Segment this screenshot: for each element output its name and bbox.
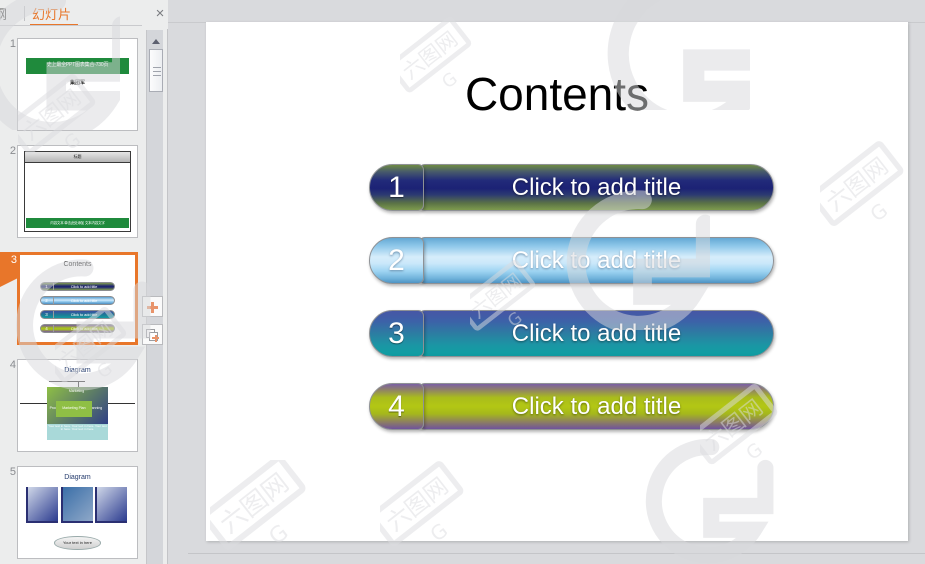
content-item-3[interactable]: Click to add title 3 bbox=[369, 310, 774, 357]
thumb3-bar-number: 4 bbox=[41, 324, 54, 332]
thumb4-top-label: Marketing bbox=[68, 389, 85, 394]
thumb3-bar-label: Click to add title bbox=[70, 311, 98, 317]
thumb4-caption: Your text in here. Your text in here. Yo… bbox=[46, 423, 109, 441]
thumbnail-canvas: Diagram Marketing Products Planning Mark… bbox=[17, 359, 138, 452]
thumbnail-number: 1 bbox=[9, 38, 16, 50]
thumb3-title: Contents bbox=[63, 261, 92, 269]
thumb1-banner: 史上最全PPT图表集合-730页 bbox=[26, 58, 129, 74]
thumb3-bar-number: 3 bbox=[41, 310, 54, 318]
thumb5-card-left bbox=[26, 487, 59, 524]
content-item-4-number[interactable]: 4 bbox=[369, 383, 424, 430]
thumbnail-slide-2[interactable]: 2 标题 内容文本 单击此处添加 文本内容文字 bbox=[0, 145, 145, 252]
content-item-2[interactable]: Click to add title 2 bbox=[369, 237, 774, 284]
thumb3-bar-label: Click to add title bbox=[70, 325, 98, 331]
thumbnail-number: 2 bbox=[9, 145, 16, 157]
tab-separator bbox=[24, 6, 25, 21]
thumb3-bar-number: 2 bbox=[41, 296, 54, 304]
thumbnail-list[interactable]: 1 史上最全PPT图表集合-730页 集团军 2 标题 内容文本 单击此处添加 … bbox=[0, 30, 145, 564]
page-title[interactable]: Contents bbox=[206, 67, 908, 121]
thumb1-subtitle: 集团军 bbox=[69, 80, 85, 87]
thumbnail-slide-5[interactable]: 5 Diagram Your text in here bbox=[0, 466, 145, 564]
thumb4-connector bbox=[48, 380, 85, 382]
thumbnail-slide-1[interactable]: 1 史上最全PPT图表集合-730页 集团军 bbox=[0, 38, 145, 145]
content-item-4-label[interactable]: Click to add title bbox=[419, 383, 774, 430]
thumbnail-slide-4[interactable]: 4 Diagram Marketing Products Planning Ma… bbox=[0, 359, 145, 466]
thumbnail-slide-3[interactable]: 3 Contents 1 Click to add title 2 Click … bbox=[0, 252, 145, 359]
thumb3-bar-4: 4 Click to add title bbox=[39, 323, 116, 333]
thumb5-oval-label: Your text in here bbox=[53, 536, 102, 550]
thumb4-title: Diagram bbox=[64, 367, 91, 375]
work-area-bottom-divider bbox=[188, 553, 925, 554]
thumb4-center-label: Marketing Plan bbox=[56, 400, 92, 418]
slide-work-area: Contents Click to add title 1 Click to a… bbox=[168, 0, 925, 564]
scrollbar-grip-line bbox=[153, 67, 161, 68]
thumb5-card-center bbox=[60, 487, 93, 524]
duplicate-slide-button[interactable] bbox=[142, 324, 163, 345]
content-item-3-label[interactable]: Click to add title bbox=[419, 310, 774, 357]
thumb4-connector bbox=[20, 402, 49, 404]
plus-icon bbox=[154, 334, 157, 342]
thumb3-bar-1: 1 Click to add title bbox=[39, 281, 116, 291]
scrollbar-grip-line bbox=[153, 75, 161, 76]
thumb3-bar-3: 3 Click to add title bbox=[39, 309, 116, 319]
content-item-1[interactable]: Click to add title 1 bbox=[369, 164, 774, 211]
slide-canvas[interactable]: Contents Click to add title 1 Click to a… bbox=[206, 22, 908, 541]
thumbnail-canvas: Diagram Your text in here bbox=[17, 466, 138, 559]
content-item-4[interactable]: Click to add title 4 bbox=[369, 383, 774, 430]
thumbnail-canvas: Contents 1 Click to add title 2 Click to… bbox=[17, 252, 138, 345]
thumb3-bar-label: Click to add title bbox=[70, 297, 98, 303]
powerpoint-window: 纲 幻灯片 × 1 史上最全PPT图表集合-730页 集团军 2 标题 内容文本… bbox=[0, 0, 925, 564]
scroll-up-arrow-icon[interactable] bbox=[147, 34, 164, 48]
thumbnail-number: 3 bbox=[10, 254, 17, 266]
panel-tabbar: 纲 幻灯片 × bbox=[0, 0, 168, 29]
content-item-3-number[interactable]: 3 bbox=[369, 310, 424, 357]
thumb3-bar-2: 2 Click to add title bbox=[39, 295, 116, 305]
thumbnail-number: 4 bbox=[9, 359, 16, 371]
thumb2-frame: 标题 内容文本 单击此处添加 文本内容文字 bbox=[23, 151, 132, 232]
tabbar-divider bbox=[0, 25, 142, 26]
content-item-2-label[interactable]: Click to add title bbox=[419, 237, 774, 284]
thumb4-connector bbox=[106, 402, 135, 404]
thumb3-bar-number: 1 bbox=[41, 282, 54, 290]
add-slide-button[interactable] bbox=[142, 296, 163, 317]
thumbnail-canvas: 标题 内容文本 单击此处添加 文本内容文字 bbox=[17, 145, 138, 238]
close-icon[interactable]: × bbox=[151, 5, 169, 23]
slide-thumbnail-panel: 纲 幻灯片 × 1 史上最全PPT图表集合-730页 集团军 2 标题 内容文本… bbox=[0, 0, 168, 564]
thumb5-card-right bbox=[95, 487, 128, 524]
thumb2-footer: 内容文本 单击此处添加 文本内容文字 bbox=[25, 218, 129, 229]
thumb3-bar-label: Click to add title bbox=[70, 283, 98, 289]
plus-icon bbox=[151, 302, 154, 313]
thumbnail-number: 5 bbox=[9, 466, 16, 478]
thumbnail-canvas: 史上最全PPT图表集合-730页 集团军 bbox=[17, 38, 138, 131]
tab-slides[interactable]: 幻灯片 bbox=[32, 4, 71, 23]
content-item-1-number[interactable]: 1 bbox=[369, 164, 424, 211]
content-item-2-number[interactable]: 2 bbox=[369, 237, 424, 284]
tab-outline[interactable]: 纲 bbox=[0, 4, 20, 23]
content-item-1-label[interactable]: Click to add title bbox=[419, 164, 774, 211]
thumb2-header: 标题 bbox=[24, 152, 131, 164]
thumb5-title: Diagram bbox=[64, 474, 91, 482]
scrollbar-thumb[interactable] bbox=[149, 49, 163, 92]
scrollbar-grip-line bbox=[153, 71, 161, 72]
